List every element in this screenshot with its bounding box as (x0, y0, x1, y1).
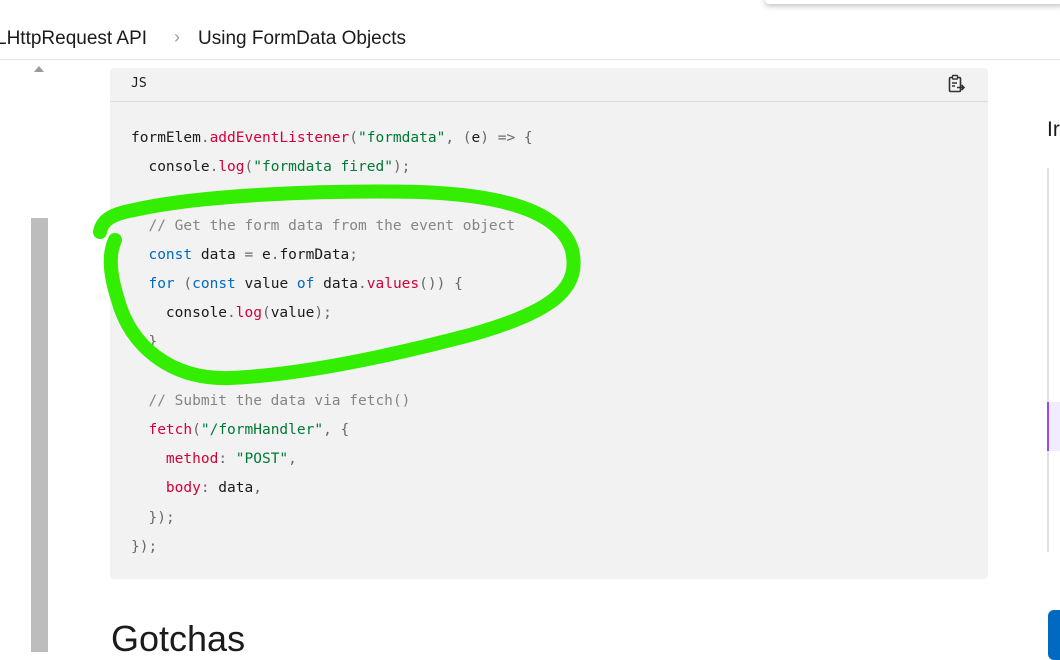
code-token: } (148, 334, 158, 351)
code-token: console.log("formdata fired"); (131, 159, 411, 176)
code-content: formElem.addEventListener("formdata", (e… (131, 124, 533, 562)
code-token: formElem.addEventListener("formdata", (e… (131, 130, 533, 146)
language-label: JS (131, 76, 147, 91)
code-token: // Get the form data from the event obje… (148, 217, 516, 234)
breadcrumb-item-current[interactable]: Using FormData Objects (198, 28, 406, 50)
dropdown-panel-edge (765, 0, 1060, 4)
right-sidebar-title: Ir (1047, 118, 1060, 141)
section-heading: Gotchas (111, 618, 246, 659)
code-token: }); (131, 538, 158, 555)
chevron-right-icon: › (174, 27, 180, 47)
code-token: method: "POST", (165, 451, 297, 468)
code-token: // Submit the data via fetch() (148, 392, 411, 409)
toc-active-item[interactable] (1047, 402, 1060, 451)
scroll-up-arrow-icon[interactable] (34, 66, 44, 72)
code-token: fetch("/formHandler", { (148, 422, 350, 439)
code-token: }); (148, 509, 175, 526)
code-token: for (const value of data.values()) { (148, 276, 463, 293)
code-token: console.log(value); (131, 305, 332, 322)
sidebar-scrollbar[interactable] (31, 218, 48, 652)
toc-track (1047, 168, 1049, 552)
code-header: JS (110, 68, 988, 102)
breadcrumb-item-xmlhttprequest[interactable]: LHttpRequest API (0, 28, 147, 50)
code-example: JS formElem.addEventListener("formdata",… (110, 68, 988, 579)
code-token: const data = e.formData; (148, 246, 359, 263)
breadcrumb: LHttpRequest API › Using FormData Object… (0, 19, 1060, 60)
floating-button[interactable] (1048, 610, 1060, 660)
clipboard-copy-icon[interactable] (946, 74, 966, 94)
code-token: body: data, (165, 480, 262, 497)
